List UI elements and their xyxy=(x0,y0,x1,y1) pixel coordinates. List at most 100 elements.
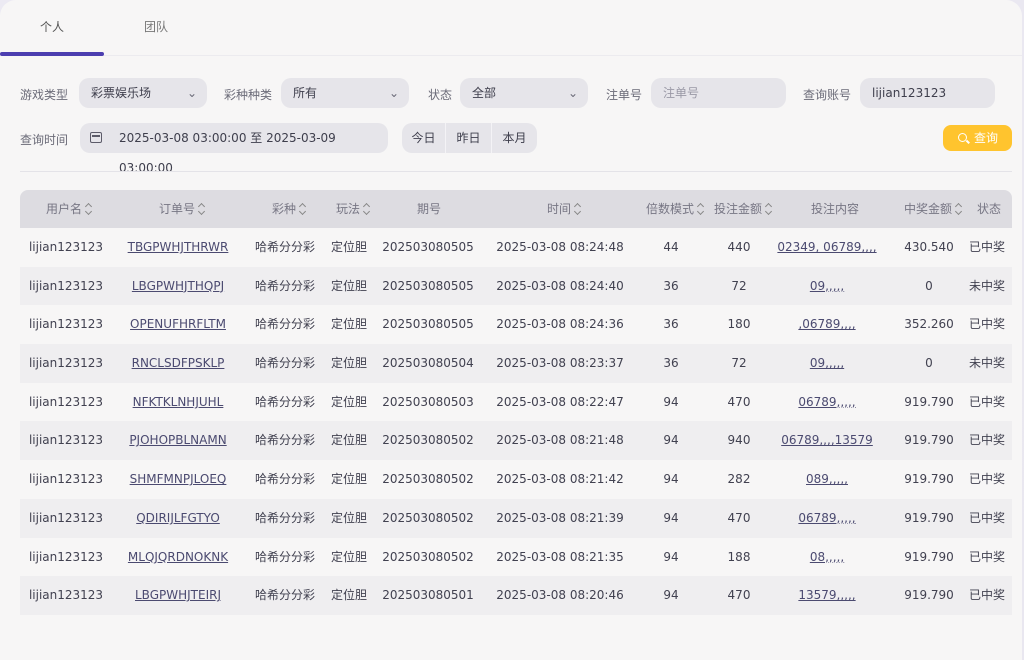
table-row: lijian123123 PJOHOPBLNAMN 哈希分分彩 定位胆 20250308… xyxy=(20,421,1012,461)
cell-play: 定位胆 xyxy=(330,317,368,332)
cell-bet-content[interactable]: 09,,,,, xyxy=(810,344,844,383)
order-no-input[interactable]: 注单号 xyxy=(651,78,786,108)
header-play[interactable]: 玩法 xyxy=(336,190,371,228)
cell-issue: 202503080505 xyxy=(382,240,474,254)
sort-icon[interactable] xyxy=(955,204,963,214)
game-type-select[interactable]: 彩票娱乐场 ⌄ xyxy=(79,78,207,108)
cell-play: 定位胆 xyxy=(330,356,368,371)
cell-bet-content[interactable]: 09,,,,, xyxy=(810,267,844,306)
header-label: 彩种 xyxy=(272,202,297,216)
this-month-button[interactable]: 本月 xyxy=(492,123,537,153)
sort-icon[interactable] xyxy=(85,204,93,214)
status-select[interactable]: 全部 ⌄ xyxy=(460,78,588,108)
cell-multiple: 94 xyxy=(663,549,679,564)
cell-username: lijian123123 xyxy=(28,240,104,254)
tab-personal[interactable]: 个人 xyxy=(40,18,64,35)
cell-status: 已中奖 xyxy=(968,317,1006,332)
cell-order-no[interactable]: RNCLSDFPSKLP xyxy=(132,344,225,383)
account-input[interactable]: lijian123123 xyxy=(860,78,995,108)
cell-order-no[interactable]: PJOHOPBLNAMN xyxy=(129,421,226,460)
cell-time: 2025-03-08 08:21:39 xyxy=(496,510,624,525)
cell-order-no[interactable]: SHMFMNPJLOEQ xyxy=(130,460,227,499)
cell-multiple: 36 xyxy=(663,317,679,332)
header-label: 用户名 xyxy=(46,202,83,216)
sort-icon[interactable] xyxy=(198,204,206,214)
cell-bet-content[interactable]: 06789,,,,, xyxy=(798,383,855,422)
header-lottery[interactable]: 彩种 xyxy=(272,190,307,228)
header-multiple[interactable]: 倍数模式 xyxy=(646,190,705,228)
cell-play: 定位胆 xyxy=(330,240,368,254)
cell-win-amount: 430.540 xyxy=(904,240,954,254)
cell-order-no[interactable]: OPENUFHRFLTM xyxy=(130,305,226,344)
header-label: 订单号 xyxy=(159,202,196,216)
cell-order-no[interactable]: LBGPWHJTHQPJ xyxy=(132,267,224,306)
chevron-down-icon: ⌄ xyxy=(186,86,197,100)
table-row: lijian123123 OPENUFHRFLTM 哈希分分彩 定位胆 20250308… xyxy=(20,305,1012,345)
cell-lottery: 哈希分分彩 xyxy=(254,278,316,293)
tab-team[interactable]: 团队 xyxy=(144,18,168,35)
cell-issue: 202503080502 xyxy=(382,472,474,487)
cell-bet-content[interactable]: 08,,,,, xyxy=(810,538,844,577)
cell-play: 定位胆 xyxy=(330,549,368,564)
cell-order-no[interactable]: MLQJQRDNOKNK xyxy=(128,538,228,577)
cell-status: 已中奖 xyxy=(968,588,1006,603)
cell-lottery: 哈希分分彩 xyxy=(254,317,316,332)
chevron-down-icon: ⌄ xyxy=(388,86,399,100)
cell-bet-content[interactable]: 089,,,,, xyxy=(806,460,848,499)
bet-records-table: 用户名 订单号 彩种 玩法 期号 时间 倍数模式 投注金额 投注内容 中奖金额 … xyxy=(20,190,1012,615)
cell-win-amount: 352.260 xyxy=(904,317,954,332)
cell-username: lijian123123 xyxy=(28,472,104,487)
header-label: 状态 xyxy=(977,202,1002,216)
cell-order-no[interactable]: TBGPWHJTHRWR xyxy=(128,228,229,267)
cell-bet-content[interactable]: 02349, 06789,,,, xyxy=(777,228,876,267)
cell-order-no[interactable]: NFKTKLNHJUHL xyxy=(133,383,224,422)
today-button[interactable]: 今日 xyxy=(402,123,446,153)
cell-bet-content[interactable]: 06789,,,,, xyxy=(798,499,855,538)
order-no-label: 注单号 xyxy=(606,88,643,102)
cell-order-no[interactable]: QDIRIJLFGTYO xyxy=(136,499,220,538)
cell-win-amount: 919.790 xyxy=(904,472,954,487)
table-row: lijian123123 SHMFMNPJLOEQ 哈希分分彩 定位胆 20250308… xyxy=(20,460,1012,499)
status-value: 全部 xyxy=(472,86,497,100)
cell-bet-content[interactable]: 13579,,,,, xyxy=(798,576,855,615)
header-label: 倍数模式 xyxy=(646,202,695,216)
cell-play: 定位胆 xyxy=(330,278,368,293)
sort-icon[interactable] xyxy=(299,204,307,214)
cell-multiple: 94 xyxy=(663,433,679,448)
cell-bet-content[interactable]: 06789,,,,13579 xyxy=(781,421,873,460)
cell-time: 2025-03-08 08:23:37 xyxy=(496,356,624,371)
cell-bet-amount: 470 xyxy=(727,394,751,409)
main-panel: 个人 团队 游戏类型 彩票娱乐场 ⌄ 彩种种类 所有 ⌄ 状态 全部 ⌄ 注单号… xyxy=(0,0,1022,660)
cell-username: lijian123123 xyxy=(28,394,104,409)
header-order-no[interactable]: 订单号 xyxy=(159,190,206,228)
cell-time: 2025-03-08 08:21:35 xyxy=(496,549,624,564)
cell-time: 2025-03-08 08:20:46 xyxy=(496,588,624,603)
yesterday-button[interactable]: 昨日 xyxy=(446,123,492,153)
header-label: 投注金额 xyxy=(714,202,763,216)
header-label: 玩法 xyxy=(336,202,361,216)
header-time[interactable]: 时间 xyxy=(547,190,582,228)
cell-multiple: 94 xyxy=(663,510,679,525)
cell-lottery: 哈希分分彩 xyxy=(254,510,316,525)
sort-icon[interactable] xyxy=(574,204,582,214)
sort-icon[interactable] xyxy=(363,204,371,214)
sort-icon[interactable] xyxy=(765,204,773,214)
header-bet-amount[interactable]: 投注金额 xyxy=(714,190,773,228)
header-username[interactable]: 用户名 xyxy=(46,190,93,228)
date-range-picker[interactable]: 2025-03-08 03:00:00 至 2025-03-09 03:00:0… xyxy=(80,123,388,175)
search-button[interactable]: 查询 xyxy=(943,125,1012,151)
cell-bet-content[interactable]: ,06789,,,, xyxy=(798,305,855,344)
cell-order-no[interactable]: LBGPWHJTEIRJ xyxy=(135,576,221,615)
cell-win-amount: 919.790 xyxy=(904,549,954,564)
cell-win-amount: 919.790 xyxy=(904,588,954,603)
cell-issue: 202503080502 xyxy=(382,510,474,525)
header-win-amount[interactable]: 中奖金额 xyxy=(904,190,963,228)
cell-issue: 202503080503 xyxy=(382,394,474,409)
cell-status: 已中奖 xyxy=(968,394,1006,409)
sort-icon[interactable] xyxy=(697,204,705,214)
search-button-label: 查询 xyxy=(974,131,999,145)
cell-lottery: 哈希分分彩 xyxy=(254,433,316,448)
lottery-kind-select[interactable]: 所有 ⌄ xyxy=(281,78,409,108)
game-type-value: 彩票娱乐场 xyxy=(91,86,152,100)
header-issue: 期号 xyxy=(417,190,441,228)
